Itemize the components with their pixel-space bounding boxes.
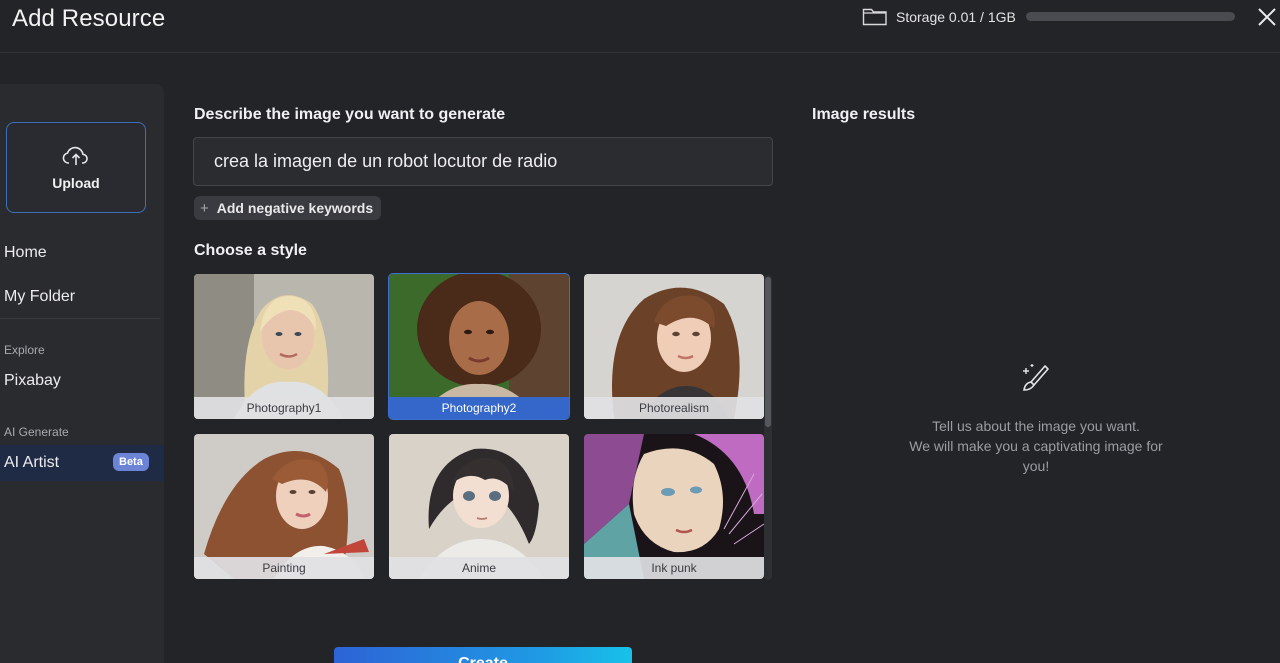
sidebar-item-my-folder[interactable]: My Folder (0, 281, 164, 313)
describe-title: Describe the image you want to generate (194, 106, 506, 123)
style-label: Ink punk (584, 557, 764, 579)
folder-icon (862, 6, 888, 29)
storage-label: Storage 0.01 / 1GB (896, 9, 1016, 25)
close-button[interactable] (1254, 4, 1280, 30)
style-card-photography2[interactable]: Photography2 (388, 273, 570, 420)
empty-message-line: Tell us about the image you want. (932, 418, 1140, 434)
style-card-photography1[interactable]: Photography1 (194, 274, 374, 419)
style-card-photorealism[interactable]: Photorealism (584, 274, 764, 419)
style-label: Photorealism (584, 397, 764, 419)
style-grid-scrollbar[interactable] (764, 275, 772, 580)
storage-indicator: Storage 0.01 / 1GB (862, 6, 1016, 28)
style-label: Photography2 (389, 397, 569, 419)
sidebar-divider (0, 318, 160, 319)
storage-progress-bar (1026, 12, 1235, 21)
style-card-anime[interactable]: Anime (389, 434, 569, 579)
cloud-upload-icon (62, 146, 88, 165)
magic-brush-icon (1019, 362, 1053, 399)
empty-message-line: We will make you a captivating image for… (909, 438, 1163, 474)
style-card-painting[interactable]: Painting (194, 434, 374, 579)
upload-button[interactable]: Upload (6, 122, 146, 213)
create-label: Create (458, 655, 508, 663)
upload-label: Upload (52, 174, 100, 191)
sidebar-item-home[interactable]: Home (0, 237, 164, 269)
plus-icon: + (200, 199, 209, 217)
results-panel (796, 54, 1280, 663)
style-card-ink-punk[interactable]: Ink punk (584, 434, 764, 579)
sidebar-section-explore: Explore (4, 343, 45, 357)
scrollbar-thumb[interactable] (765, 277, 771, 427)
sidebar-item-pixabay[interactable]: Pixabay (0, 365, 164, 397)
style-label: Photography1 (194, 397, 374, 419)
dialog-title: Add Resource (12, 5, 166, 32)
sidebar-item-label: AI Artist (4, 454, 60, 471)
sidebar-item-label: My Folder (4, 288, 76, 305)
sidebar-section-ai-generate: AI Generate (4, 425, 69, 439)
create-button[interactable]: Create (334, 647, 632, 663)
close-icon (1258, 8, 1276, 26)
style-label: Anime (389, 557, 569, 579)
sidebar-item-label: Pixabay (4, 372, 61, 389)
sidebar-item-ai-artist[interactable]: AI Artist Beta (0, 445, 164, 481)
style-title: Choose a style (194, 242, 307, 259)
negative-keywords-label: Add negative keywords (216, 200, 374, 216)
sidebar-item-label: Home (4, 244, 47, 261)
prompt-input[interactable] (193, 137, 773, 186)
results-title: Image results (812, 106, 916, 123)
beta-badge: Beta (113, 453, 149, 471)
header: Add Resource Storage 0.01 / 1GB (0, 0, 1280, 53)
sidebar: Upload Home My Folder Explore Pixabay AI… (0, 84, 164, 663)
add-negative-keywords-button[interactable]: + Add negative keywords (194, 196, 382, 220)
style-label: Painting (194, 557, 374, 579)
results-empty-message: Tell us about the image you want. We wil… (896, 416, 1176, 476)
